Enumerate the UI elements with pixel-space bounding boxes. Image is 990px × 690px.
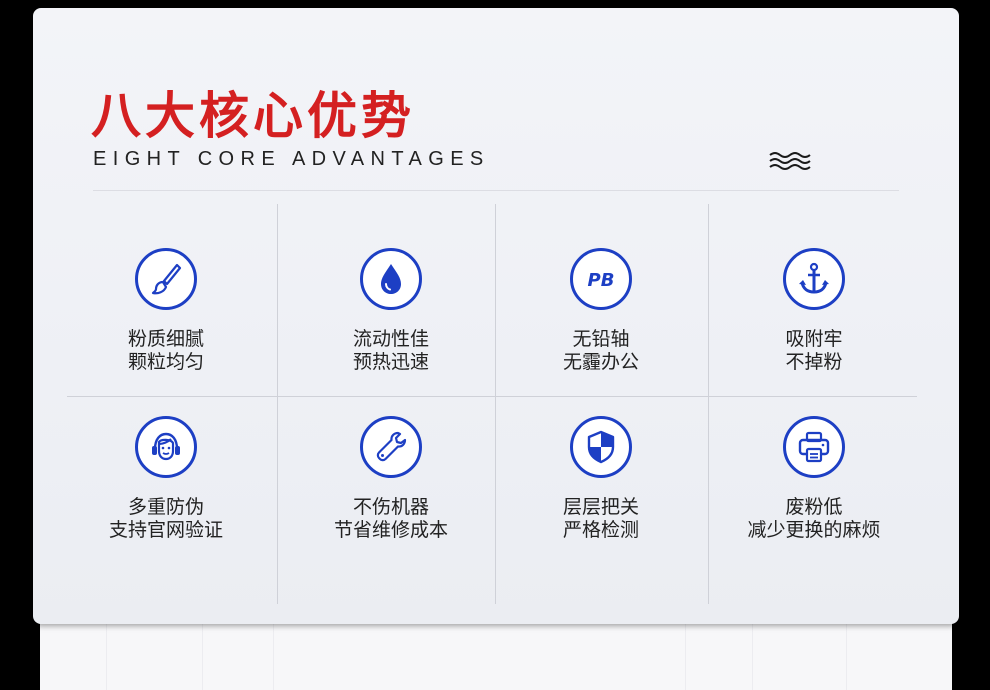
header-divider xyxy=(93,190,899,191)
feature-item: 不伤机器 节省维修成本 xyxy=(291,416,491,542)
wave-icon xyxy=(769,152,811,170)
anchor-icon xyxy=(783,248,845,310)
feature-subtitle: 不掉粉 xyxy=(785,351,843,373)
brush-icon xyxy=(135,248,197,310)
svg-text:PB: PB xyxy=(588,270,615,291)
grid-divider xyxy=(67,396,917,397)
page-title: 八大核心优势 xyxy=(91,87,415,145)
feature-subtitle: 预热迅速 xyxy=(352,351,429,373)
feature-title: 层层把关 xyxy=(562,496,639,518)
water-drop-icon xyxy=(360,248,422,310)
feature-subtitle: 严格检测 xyxy=(562,519,639,541)
feature-subtitle: 支持官网验证 xyxy=(108,519,223,541)
grid-divider xyxy=(277,204,278,604)
advantages-card: 八大核心优势 EIGHT CORE ADVANTAGES 粉质细腻 颗粒均匀 流… xyxy=(33,8,959,624)
feature-title: 多重防伪 xyxy=(127,496,204,518)
shield-icon xyxy=(570,416,632,478)
feature-title: 不伤机器 xyxy=(352,496,429,518)
wrench-icon xyxy=(360,416,422,478)
grid-divider xyxy=(708,204,709,604)
feature-title: 无铅轴 xyxy=(572,328,630,350)
feature-subtitle: 节省维修成本 xyxy=(333,519,448,541)
printer-icon xyxy=(783,416,845,478)
feature-title: 吸附牢 xyxy=(785,328,843,350)
feature-title: 废粉低 xyxy=(785,496,843,518)
feature-item: 多重防伪 支持官网验证 xyxy=(66,416,266,542)
feature-item: 废粉低 减少更换的麻烦 xyxy=(714,416,914,542)
feature-item: 层层把关 严格检测 xyxy=(501,416,701,542)
feature-item: 粉质细腻 颗粒均匀 xyxy=(66,248,266,374)
feature-subtitle: 减少更换的麻烦 xyxy=(747,519,881,541)
headset-support-icon xyxy=(135,416,197,478)
feature-subtitle: 无霾办公 xyxy=(562,351,639,373)
grid-divider xyxy=(495,204,496,604)
pb-lead-icon: PB xyxy=(570,248,632,310)
feature-item: 流动性佳 预热迅速 xyxy=(291,248,491,374)
feature-item: 吸附牢 不掉粉 xyxy=(714,248,914,374)
feature-subtitle: 颗粒均匀 xyxy=(127,351,204,373)
page-subtitle: EIGHT CORE ADVANTAGES xyxy=(93,148,490,170)
feature-item: PB 无铅轴 无霾办公 xyxy=(501,248,701,374)
feature-title: 流动性佳 xyxy=(352,328,429,350)
feature-title: 粉质细腻 xyxy=(127,328,204,350)
